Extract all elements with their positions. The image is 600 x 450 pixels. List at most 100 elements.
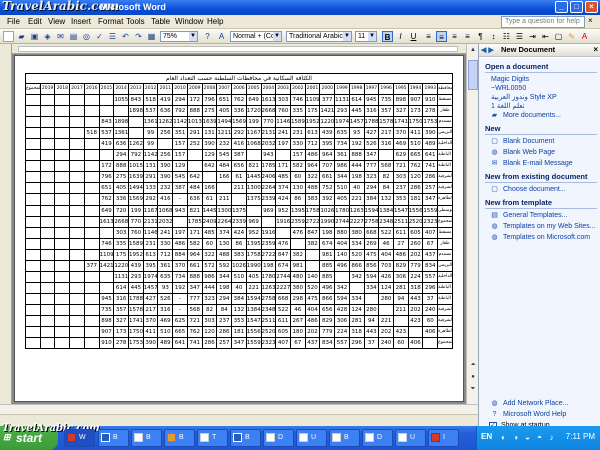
table-cell[interactable] [69, 215, 85, 228]
taskbar-button[interactable]: W [64, 429, 95, 447]
table-cell[interactable]: 746 [98, 237, 115, 250]
table-cell[interactable]: 395 [319, 138, 336, 151]
table-cell[interactable]: 198 [260, 259, 277, 272]
table-cell[interactable] [25, 171, 41, 184]
table-cell[interactable]: 99 [142, 127, 159, 140]
table-cell[interactable]: 344 [216, 270, 233, 283]
horizontal-ruler[interactable] [12, 44, 466, 54]
table-cell[interactable] [54, 204, 71, 217]
table-cell[interactable] [39, 160, 56, 173]
table-cell[interactable]: 1916 [275, 215, 291, 228]
table-cell[interactable] [54, 149, 71, 162]
table-cell[interactable]: 405 [245, 270, 262, 283]
table-cell[interactable]: 986 [334, 160, 350, 173]
table-cell[interactable]: 370 [172, 259, 188, 272]
open-folder-icon[interactable]: ▰ [16, 31, 27, 42]
table-cell[interactable]: 377 [83, 259, 100, 272]
indent-icon[interactable]: ⇥ [527, 31, 538, 42]
menu-edit[interactable]: Edit [25, 16, 45, 28]
table-cell[interactable] [39, 182, 56, 195]
table-cell[interactable]: 796 [201, 94, 218, 107]
table-cell[interactable]: 762 [98, 193, 115, 206]
table-cell[interactable]: 380 [289, 281, 306, 294]
table-cell[interactable]: 1788 [128, 292, 144, 305]
table-cell[interactable]: 1263 [260, 281, 277, 294]
table-cell[interactable]: 1785 [186, 215, 203, 228]
table-cell[interactable] [186, 160, 203, 173]
table-cell[interactable] [39, 259, 56, 272]
table-cell[interactable]: 636 [113, 138, 130, 151]
table-cell[interactable] [39, 105, 56, 118]
table-cell[interactable]: 232 [216, 138, 233, 151]
table-cell[interactable] [69, 204, 85, 217]
table-cell[interactable] [25, 116, 41, 129]
row-label-cell[interactable]: المجموع [437, 215, 453, 228]
taskbar-button[interactable]: D [263, 429, 294, 447]
help-search-input[interactable]: Type a question for help [501, 16, 585, 28]
font-size-select[interactable]: 11 ▼ [355, 31, 377, 42]
table-cell[interactable]: 2758 [260, 292, 277, 305]
tray-icon-2[interactable]: ◑ [511, 433, 520, 442]
table-cell[interactable]: 390 [422, 127, 439, 140]
table-cell[interactable]: 635 [157, 270, 174, 283]
table-cell[interactable] [54, 281, 71, 294]
row-label-cell[interactable]: جنوب الباطنة [437, 292, 453, 305]
add-network-place-link[interactable]: Add Network Place... [503, 399, 568, 408]
table-cell[interactable]: 131 [142, 160, 159, 173]
table-cell[interactable] [83, 105, 100, 118]
table-cell[interactable]: 1361 [113, 127, 130, 140]
table-cell[interactable] [25, 270, 41, 283]
table-cell[interactable] [39, 127, 56, 140]
table-cell[interactable] [69, 281, 85, 294]
table-cell[interactable]: 67 [422, 237, 439, 250]
table-cell[interactable]: - [172, 303, 188, 316]
table-cell[interactable]: 611 [392, 226, 409, 239]
table-cell[interactable]: 316 [378, 138, 394, 151]
table-cell[interactable]: 642 [201, 160, 218, 173]
table-cell[interactable]: 1594 [245, 292, 262, 305]
font-color-icon[interactable]: A [579, 31, 590, 42]
table-cell[interactable]: 834 [422, 259, 439, 272]
table-cell[interactable]: 611 [275, 314, 291, 328]
table-cell[interactable]: 1780 [260, 270, 277, 283]
numbering-icon[interactable]: ☷ [501, 31, 512, 42]
table-cell[interactable] [39, 94, 56, 107]
table-cell[interactable]: 131 [201, 127, 218, 140]
table-cell[interactable]: 484 [186, 182, 203, 195]
table-cell[interactable]: 374 [275, 182, 291, 195]
table-cell[interactable] [25, 326, 41, 339]
table-cell[interactable]: 1559 [422, 204, 439, 217]
table-cell[interactable] [25, 259, 41, 272]
table-cell[interactable]: 1131 [113, 270, 130, 283]
table-cell[interactable]: 594 [363, 270, 380, 283]
table-cell[interactable]: 721 [186, 314, 203, 328]
table-cell[interactable]: 419 [98, 138, 115, 151]
table-cell[interactable] [54, 160, 71, 173]
table-cell[interactable] [69, 138, 85, 151]
table-cell[interactable] [231, 193, 247, 206]
table-cell[interactable]: 198 [348, 171, 365, 184]
table-cell[interactable]: 770 [260, 116, 277, 129]
table-cell[interactable]: 180 [289, 326, 306, 339]
table-cell[interactable]: 444 [201, 281, 218, 294]
table-cell[interactable]: 439 [319, 127, 336, 140]
table-cell[interactable]: 387 [172, 182, 188, 195]
table-cell[interactable]: 361 [334, 149, 350, 162]
table-cell[interactable]: 843 [128, 94, 144, 107]
table-cell[interactable]: 486 [392, 248, 409, 261]
table-cell[interactable] [69, 160, 85, 173]
table-cell[interactable]: 734 [334, 138, 350, 151]
table-cell[interactable]: 910 [422, 94, 439, 107]
table-cell[interactable] [98, 270, 115, 283]
table-cell[interactable]: 1990 [319, 215, 336, 228]
table-cell[interactable]: 99 [142, 138, 159, 151]
email-icon[interactable]: ✉ [55, 31, 66, 42]
table-cell[interactable]: 520 [348, 248, 365, 261]
row-label-cell[interactable]: مسندم [437, 116, 453, 129]
table-cell[interactable] [304, 248, 321, 261]
table-cell[interactable]: 357 [113, 303, 130, 316]
table-cell[interactable] [39, 281, 56, 294]
table-cell[interactable]: 792 [128, 149, 144, 162]
table-cell[interactable]: 383 [304, 193, 321, 206]
table-cell[interactable]: 1395 [245, 237, 262, 250]
